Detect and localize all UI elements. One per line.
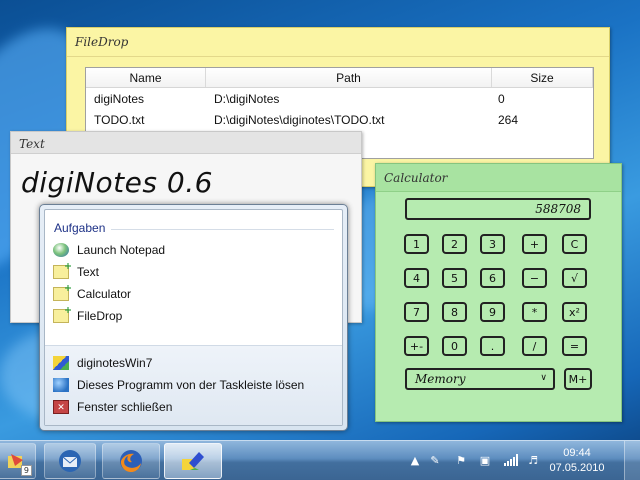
volume-icon[interactable]: ♬	[526, 453, 540, 467]
clock[interactable]: 09:44 07.05.2010	[548, 446, 606, 476]
jump-task-item[interactable]: Launch Notepad	[53, 240, 337, 260]
clock-time: 09:44	[563, 447, 591, 459]
table-header: Name Path Size	[86, 68, 593, 88]
taskbar-app-pinned[interactable]: 9	[0, 443, 36, 479]
taskbar: 9 ▲ ✎ ⚑ ▣ ♬ 09:44 07.05.2010	[0, 440, 640, 480]
calc-key[interactable]: C	[562, 234, 587, 254]
calc-key[interactable]: x²	[562, 302, 587, 322]
jump-action-item-label: diginotesWin7	[77, 356, 153, 370]
jump-task-item-label: Launch Notepad	[77, 243, 166, 257]
jump-task-item-label: FileDrop	[77, 309, 123, 323]
calc-key[interactable]: √	[562, 268, 587, 288]
calc-key[interactable]: +-	[404, 336, 429, 356]
jump-task-item[interactable]: FileDrop	[53, 306, 337, 326]
show-hidden-icons-icon[interactable]: ▲	[408, 453, 422, 467]
jump-task-item-label: Calculator	[77, 287, 132, 301]
section-header: Aufgaben	[54, 221, 106, 235]
calc-key[interactable]: 0	[442, 336, 467, 356]
jump-task-item-label: Text	[77, 265, 100, 279]
column-header-size[interactable]: Size	[492, 68, 593, 87]
text-note-content[interactable]: digiNotes 0.6	[21, 166, 213, 199]
close-window-icon: ✕	[53, 400, 69, 414]
jump-list-panel: Aufgaben Launch Notepad Text Calculator Fil…	[44, 209, 343, 426]
calc-key[interactable]: =	[562, 336, 587, 356]
flag-icon[interactable]: ⚑	[454, 453, 468, 467]
memory-add-button[interactable]: M+	[564, 368, 592, 390]
diginotes-icon	[182, 452, 204, 470]
calc-key[interactable]: 9	[480, 302, 505, 322]
jump-task-item[interactable]: Text	[53, 262, 337, 282]
cell-path: D:\digiNotes	[214, 91, 280, 106]
power-icon[interactable]: ▣	[478, 453, 492, 467]
memory-select[interactable]: Memory ∨	[405, 368, 555, 390]
title-divider	[67, 56, 609, 57]
cell-name: TODO.txt	[94, 112, 145, 127]
memory-select-value: Memory	[415, 372, 466, 386]
table-row[interactable]: TODO.txt D:\digiNotes\diginotes\TODO.txt…	[86, 109, 593, 130]
jump-action-item[interactable]: Dieses Programm von der Taskleiste lösen	[53, 375, 337, 395]
column-header-path[interactable]: Path	[206, 68, 492, 87]
calculator-note[interactable]: Calculator 588708 1 2 3 + C 4 5 6− √ 7 8 9 * x² +- 0. / =…	[375, 163, 622, 422]
chevron-down-icon: ∨	[540, 373, 547, 383]
calc-key[interactable]: 1	[404, 234, 429, 254]
note-icon	[53, 287, 69, 301]
show-desktop-button[interactable]	[624, 441, 640, 480]
launch-notepad-icon	[53, 243, 69, 257]
jump-action-item-label: Dieses Programm von der Taskleiste lösen	[77, 378, 305, 392]
note-icon	[53, 265, 69, 279]
taskbar-app-thunderbird[interactable]	[44, 443, 96, 479]
jump-action-item-label: Fenster schließen	[77, 400, 173, 414]
calculator-title: Calculator	[376, 164, 621, 192]
calc-key[interactable]: *	[522, 302, 547, 322]
table-row[interactable]: digiNotes D:\digiNotes 0	[86, 88, 593, 109]
cell-name: digiNotes	[94, 91, 145, 106]
network-icon[interactable]	[504, 453, 518, 467]
thunderbird-icon	[59, 450, 81, 472]
note-icon	[53, 309, 69, 323]
jump-action-item[interactable]: ✕ Fenster schließen	[53, 397, 337, 417]
unpin-icon	[53, 378, 69, 392]
jump-list: Aufgaben Launch Notepad Text Calculator Fil…	[39, 204, 348, 431]
jump-task-item[interactable]: Calculator	[53, 284, 337, 304]
jump-action-item[interactable]: diginotesWin7	[53, 353, 337, 373]
calc-key[interactable]: .	[480, 336, 505, 356]
cell-size: 0	[498, 91, 505, 106]
calc-key[interactable]: 7	[404, 302, 429, 322]
calc-key[interactable]: 5	[442, 268, 467, 288]
taskbar-app-diginotes[interactable]	[164, 443, 222, 479]
filedrop-title: FileDrop	[75, 35, 129, 49]
calc-key[interactable]: /	[522, 336, 547, 356]
calc-key[interactable]: −	[522, 268, 547, 288]
firefox-icon	[120, 450, 142, 473]
calc-key[interactable]: 2	[442, 234, 467, 254]
calc-key[interactable]: +	[522, 234, 547, 254]
cell-path: D:\digiNotes\diginotes\TODO.txt	[214, 112, 385, 127]
text-note-title: Text	[11, 132, 361, 154]
cell-size: 264	[498, 112, 519, 127]
clock-date: 07.05.2010	[549, 462, 605, 474]
calc-key[interactable]: 4	[404, 268, 429, 288]
signal-bars	[504, 454, 518, 466]
taskbar-badge: 9	[20, 465, 32, 476]
calc-key[interactable]: 3	[480, 234, 505, 254]
calculator-display: 588708	[405, 198, 591, 220]
section-divider	[111, 229, 334, 230]
taskbar-app-firefox[interactable]	[102, 443, 160, 479]
brush-icon[interactable]: ✎	[428, 453, 442, 467]
app-icon	[53, 356, 69, 370]
column-header-name[interactable]: Name	[86, 68, 206, 87]
calc-key[interactable]: 8	[442, 302, 467, 322]
calc-key[interactable]: 6	[480, 268, 505, 288]
